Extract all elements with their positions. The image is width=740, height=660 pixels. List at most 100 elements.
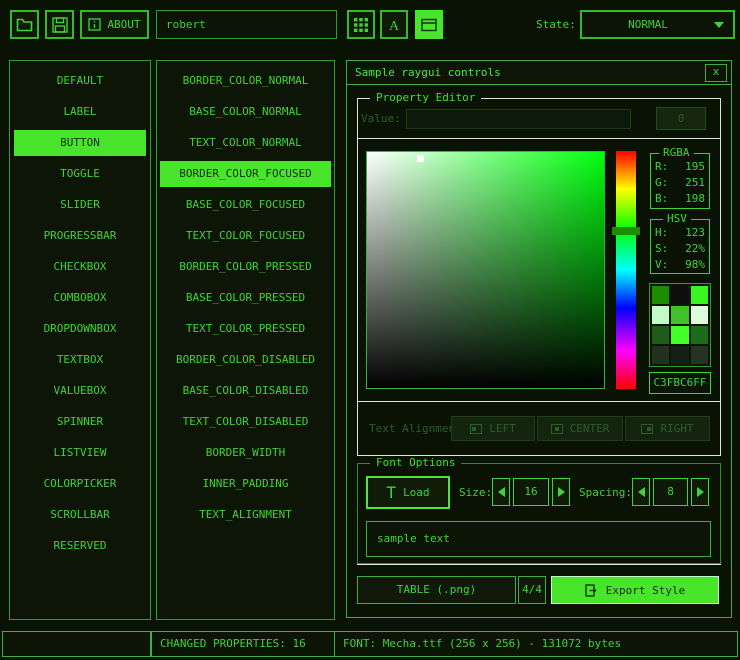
about-button-label: ABOUT [107,18,140,31]
properties-list-item[interactable]: BASE_COLOR_FOCUSED [160,192,331,218]
controls-list-item[interactable]: RESERVED [14,533,146,559]
hex-color-input[interactable]: C3FBC6FF [649,372,711,394]
value-slider[interactable] [406,109,631,129]
properties-list-item[interactable]: BORDER_COLOR_PRESSED [160,254,331,280]
color-swatch[interactable] [671,326,688,344]
color-picker-cursor[interactable] [417,155,424,162]
align-center-label: CENTER [570,422,610,435]
properties-list-item[interactable]: TEXT_COLOR_PRESSED [160,316,331,342]
rgba-box: RGBA R:195 G:251 B:198 [650,153,710,209]
v-value: 98% [685,257,705,273]
sample-text-input[interactable]: sample text [366,521,711,557]
controls-list-item[interactable]: COLORPICKER [14,471,146,497]
properties-list-item[interactable]: BORDER_WIDTH [160,440,331,466]
export-style-label: Export Style [606,584,685,597]
properties-list-item[interactable]: BORDER_COLOR_NORMAL [160,68,331,94]
window-titlebar[interactable]: Sample raygui controls x [347,61,731,85]
v-label: V: [655,257,668,273]
properties-list-item[interactable]: TEXT_ALIGNMENT [160,502,331,528]
align-right-button[interactable]: RIGHT [625,416,710,441]
controls-list-item[interactable]: LISTVIEW [14,440,146,466]
close-icon: x [713,65,720,78]
controls-list-item[interactable]: VALUEBOX [14,378,146,404]
arrow-left-icon [638,487,645,497]
controls-list-item[interactable]: SPINNER [14,409,146,435]
spacing-increase-button[interactable] [691,478,709,506]
controls-list-item[interactable]: SLIDER [14,192,146,218]
export-pages-indicator[interactable]: 4/4 [518,576,546,604]
color-swatch[interactable] [691,306,708,324]
window-title: Sample raygui controls [355,61,501,84]
style-name-input[interactable]: robert [156,10,337,39]
statusbar-left-segment [2,631,151,657]
color-swatch[interactable] [671,346,688,364]
hue-bar-handle[interactable] [612,227,640,235]
font-size-value[interactable]: 16 [513,478,549,506]
color-swatch[interactable] [652,326,669,344]
h-label: H: [655,225,668,241]
controls-list-item[interactable]: TEXTBOX [14,347,146,373]
properties-list-item[interactable]: BASE_COLOR_NORMAL [160,99,331,125]
font-mode-button[interactable]: A [380,10,408,39]
export-format-dropdown[interactable]: TABLE (.png) [357,576,516,604]
text-alignment-label: Text Alignment [369,422,462,435]
font-load-button[interactable]: T Load [366,476,450,509]
color-swatch[interactable] [671,286,688,304]
font-spacing-value[interactable]: 8 [653,478,688,506]
controls-list-item[interactable]: TOGGLE [14,161,146,187]
color-picker-panel[interactable] [366,151,605,389]
size-increase-button[interactable] [552,478,570,506]
properties-list-item[interactable]: TEXT_COLOR_FOCUSED [160,223,331,249]
controls-list-item[interactable]: LABEL [14,99,146,125]
save-floppy-icon [52,17,68,33]
properties-list-item[interactable]: BORDER_COLOR_FOCUSED [160,161,331,187]
color-swatch[interactable] [652,286,669,304]
controls-list-item[interactable]: CHECKBOX [14,254,146,280]
align-center-button[interactable]: CENTER [537,416,623,441]
font-size-label: Size: [459,486,492,499]
state-dropdown-value: NORMAL [582,18,714,31]
color-swatch[interactable] [652,306,669,324]
chevron-down-icon [714,22,724,28]
properties-list-item[interactable]: BASE_COLOR_DISABLED [160,378,331,404]
color-swatch[interactable] [691,286,708,304]
open-style-button[interactable] [10,10,39,39]
s-label: S: [655,241,668,257]
h-value: 123 [685,225,705,241]
properties-list-item[interactable]: TEXT_COLOR_DISABLED [160,409,331,435]
font-a-icon: A [386,17,402,33]
separator-line [357,138,721,139]
window-close-button[interactable]: x [705,64,727,82]
controls-list-item[interactable]: DEFAULT [14,68,146,94]
value-spinner[interactable]: 0 [656,107,706,130]
color-swatch[interactable] [691,326,708,344]
controls-list-item[interactable]: COMBOBOX [14,285,146,311]
export-style-button[interactable]: Export Style [551,576,719,604]
align-left-label: LEFT [489,422,516,435]
state-dropdown[interactable]: NORMAL [580,10,735,39]
save-style-button[interactable] [45,10,74,39]
window-icon [421,18,437,32]
hue-bar[interactable] [616,151,636,389]
style-table-mode-button[interactable] [347,10,375,39]
color-swatch[interactable] [652,346,669,364]
style-color-swatches [649,283,711,367]
spacing-decrease-button[interactable] [632,478,650,506]
about-button[interactable]: ABOUT [80,10,149,39]
controls-list-item[interactable]: PROGRESSBAR [14,223,146,249]
size-decrease-button[interactable] [492,478,510,506]
b-label: B: [655,191,668,207]
controls-list-item[interactable]: SCROLLBAR [14,502,146,528]
statusbar-changed-properties: CHANGED PROPERTIES: 16 [151,631,335,657]
window-mode-button[interactable] [415,10,443,39]
properties-list-item[interactable]: BORDER_COLOR_DISABLED [160,347,331,373]
color-swatch[interactable] [671,306,688,324]
value-label: Value: [361,112,401,125]
properties-list-item[interactable]: TEXT_COLOR_NORMAL [160,130,331,156]
align-left-button[interactable]: LEFT [451,416,535,441]
controls-list-item[interactable]: BUTTON [14,130,146,156]
controls-list-item[interactable]: DROPDOWNBOX [14,316,146,342]
properties-list-item[interactable]: BASE_COLOR_PRESSED [160,285,331,311]
color-swatch[interactable] [691,346,708,364]
properties-list-item[interactable]: INNER_PADDING [160,471,331,497]
